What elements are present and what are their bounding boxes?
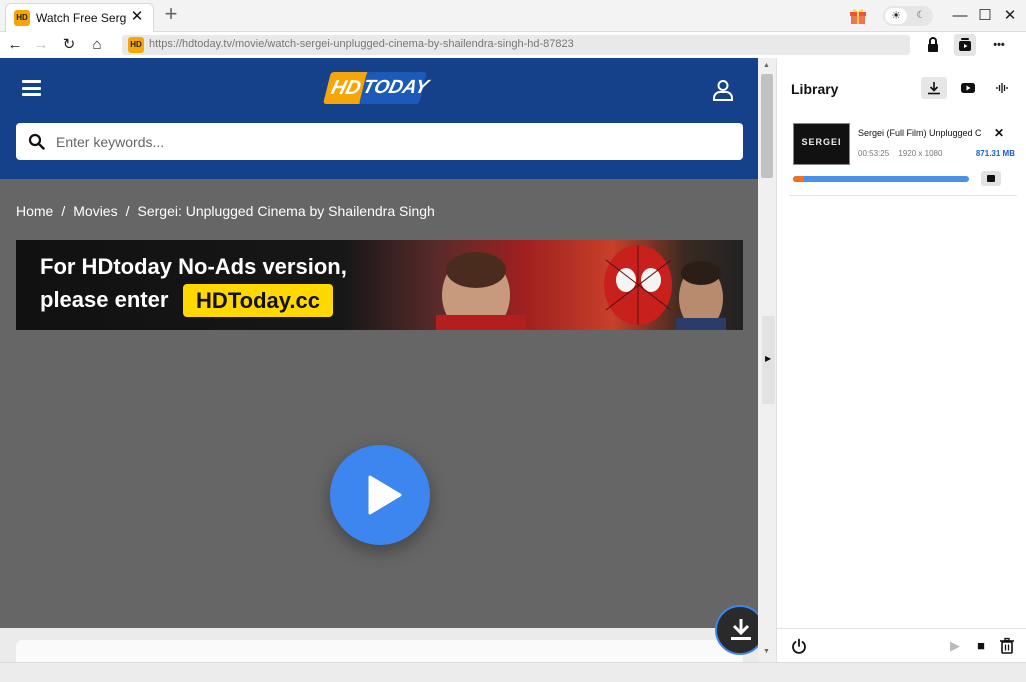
breadcrumb-movies[interactable]: Movies bbox=[73, 203, 117, 219]
banner-subline: please enter bbox=[40, 287, 169, 312]
play-video-button[interactable] bbox=[330, 445, 430, 545]
trash-icon[interactable] bbox=[997, 636, 1017, 656]
status-bar bbox=[0, 662, 1026, 682]
sun-icon[interactable]: ☀ bbox=[885, 8, 907, 24]
url-text[interactable]: https://hdtoday.tv/movie/watch-sergei-un… bbox=[149, 38, 574, 50]
video-resolution: 1920 x 1080 bbox=[898, 149, 943, 158]
video-icon bbox=[961, 83, 975, 93]
address-toolbar: ← → ↻ ⌂ HD https://hdtoday.tv/movie/watc… bbox=[0, 32, 1026, 58]
scroll-thumb[interactable] bbox=[761, 74, 773, 178]
power-icon[interactable] bbox=[791, 638, 807, 654]
download-icon bbox=[731, 619, 751, 640]
close-window-button[interactable]: ✕ bbox=[998, 4, 1022, 28]
download-progress-fill bbox=[793, 176, 804, 182]
breadcrumb-separator: / bbox=[125, 203, 130, 219]
search-input[interactable] bbox=[56, 123, 736, 160]
tab-title: Watch Free Sergei: Unplugged Cinema by S… bbox=[36, 11, 126, 25]
stop-download-button[interactable] bbox=[981, 171, 1001, 186]
downloader-extension-button[interactable] bbox=[954, 34, 976, 56]
library-title: Library bbox=[791, 81, 839, 97]
breadcrumb: Home / Movies / Sergei: Unplugged Cinema by … bbox=[16, 203, 435, 219]
search-box[interactable] bbox=[16, 123, 743, 160]
theme-toggle[interactable]: ☀ ☾ bbox=[883, 6, 933, 26]
forward-button[interactable]: → bbox=[30, 34, 52, 56]
gift-icon[interactable] bbox=[848, 5, 868, 25]
user-account-icon[interactable] bbox=[711, 78, 735, 102]
scroll-up-icon[interactable]: ▲ bbox=[763, 62, 770, 69]
play-icon bbox=[368, 475, 402, 515]
back-button[interactable]: ← bbox=[4, 34, 26, 56]
audio-tab[interactable] bbox=[989, 77, 1015, 99]
download-progress-bar bbox=[793, 176, 969, 182]
collapse-panel-handle[interactable]: ▶ bbox=[762, 316, 775, 404]
site-header: HD TODAY bbox=[0, 58, 758, 179]
no-ads-banner[interactable]: For HDtoday No-Ads version, please enter… bbox=[16, 240, 743, 330]
home-button[interactable]: ⌂ bbox=[86, 34, 108, 56]
content-card bbox=[16, 640, 743, 662]
download-video-button[interactable] bbox=[715, 605, 758, 655]
arrow-right-icon: ▶ bbox=[765, 354, 772, 363]
library-footer: ▶ ■ bbox=[777, 628, 1026, 662]
minimize-button[interactable]: — bbox=[948, 4, 972, 28]
download-item[interactable]: SERGEI Sergei (Full Film) Unplugged Cine… bbox=[789, 118, 1017, 196]
logo-today-text: TODAY bbox=[359, 72, 430, 104]
videos-tab[interactable] bbox=[955, 77, 981, 99]
download-meta: 00:53:25 1920 x 1080 bbox=[858, 149, 949, 158]
download-title: Sergei (Full Film) Unplugged Cinema by S… bbox=[858, 128, 982, 138]
banner-headline: For HDtoday No-Ads version, bbox=[40, 254, 347, 279]
downloader-icon bbox=[959, 38, 971, 51]
video-thumbnail: SERGEI bbox=[793, 123, 850, 165]
lock-icon[interactable] bbox=[922, 34, 944, 56]
file-size: 871.31 MB bbox=[975, 149, 1015, 158]
thumbnail-title-text: SERGEI bbox=[801, 137, 842, 147]
download-icon bbox=[928, 82, 940, 95]
page-content-area bbox=[0, 628, 758, 662]
breadcrumb-home[interactable]: Home bbox=[16, 203, 53, 219]
stop-icon bbox=[987, 175, 995, 182]
stop-all-button[interactable]: ■ bbox=[971, 636, 991, 656]
tab-favicon-icon: HD bbox=[14, 10, 30, 26]
address-bar[interactable]: HD https://hdtoday.tv/movie/watch-sergei… bbox=[122, 35, 910, 55]
site-favicon-icon: HD bbox=[128, 37, 144, 53]
breadcrumb-current: Sergei: Unplugged Cinema by Shailendra S… bbox=[137, 203, 435, 219]
browser-tab[interactable]: HD Watch Free Sergei: Unplugged Cinema b… bbox=[5, 3, 154, 32]
title-bar: HD Watch Free Sergei: Unplugged Cinema b… bbox=[0, 0, 1026, 32]
hamburger-menu-icon[interactable] bbox=[22, 80, 41, 96]
moon-icon[interactable]: ☾ bbox=[911, 8, 931, 24]
close-tab-icon[interactable]: ✕ bbox=[127, 7, 147, 27]
breadcrumb-separator: / bbox=[61, 203, 66, 219]
search-icon[interactable] bbox=[28, 133, 45, 150]
remove-item-icon[interactable]: ✕ bbox=[992, 126, 1006, 140]
reload-button[interactable]: ↻ bbox=[58, 34, 80, 56]
more-menu-icon[interactable]: ••• bbox=[988, 34, 1010, 56]
audio-waveform-icon bbox=[996, 83, 1008, 93]
banner-artwork bbox=[436, 245, 726, 330]
video-duration: 00:53:25 bbox=[858, 149, 890, 158]
site-logo[interactable]: HD TODAY bbox=[323, 72, 430, 104]
play-all-button[interactable]: ▶ bbox=[945, 636, 965, 656]
new-tab-button[interactable]: + bbox=[160, 3, 182, 26]
web-content: HD TODAY Home / Movies / Sergei: Unplugged C… bbox=[0, 58, 758, 662]
downloads-tab[interactable] bbox=[921, 77, 947, 99]
library-panel: Library SERGEI Sergei (Full Film) Unplug… bbox=[776, 58, 1026, 662]
maximize-button[interactable]: ☐ bbox=[973, 4, 997, 28]
banner-domain-badge[interactable]: HDToday.cc bbox=[183, 284, 333, 317]
scroll-down-icon[interactable]: ▼ bbox=[763, 648, 770, 655]
